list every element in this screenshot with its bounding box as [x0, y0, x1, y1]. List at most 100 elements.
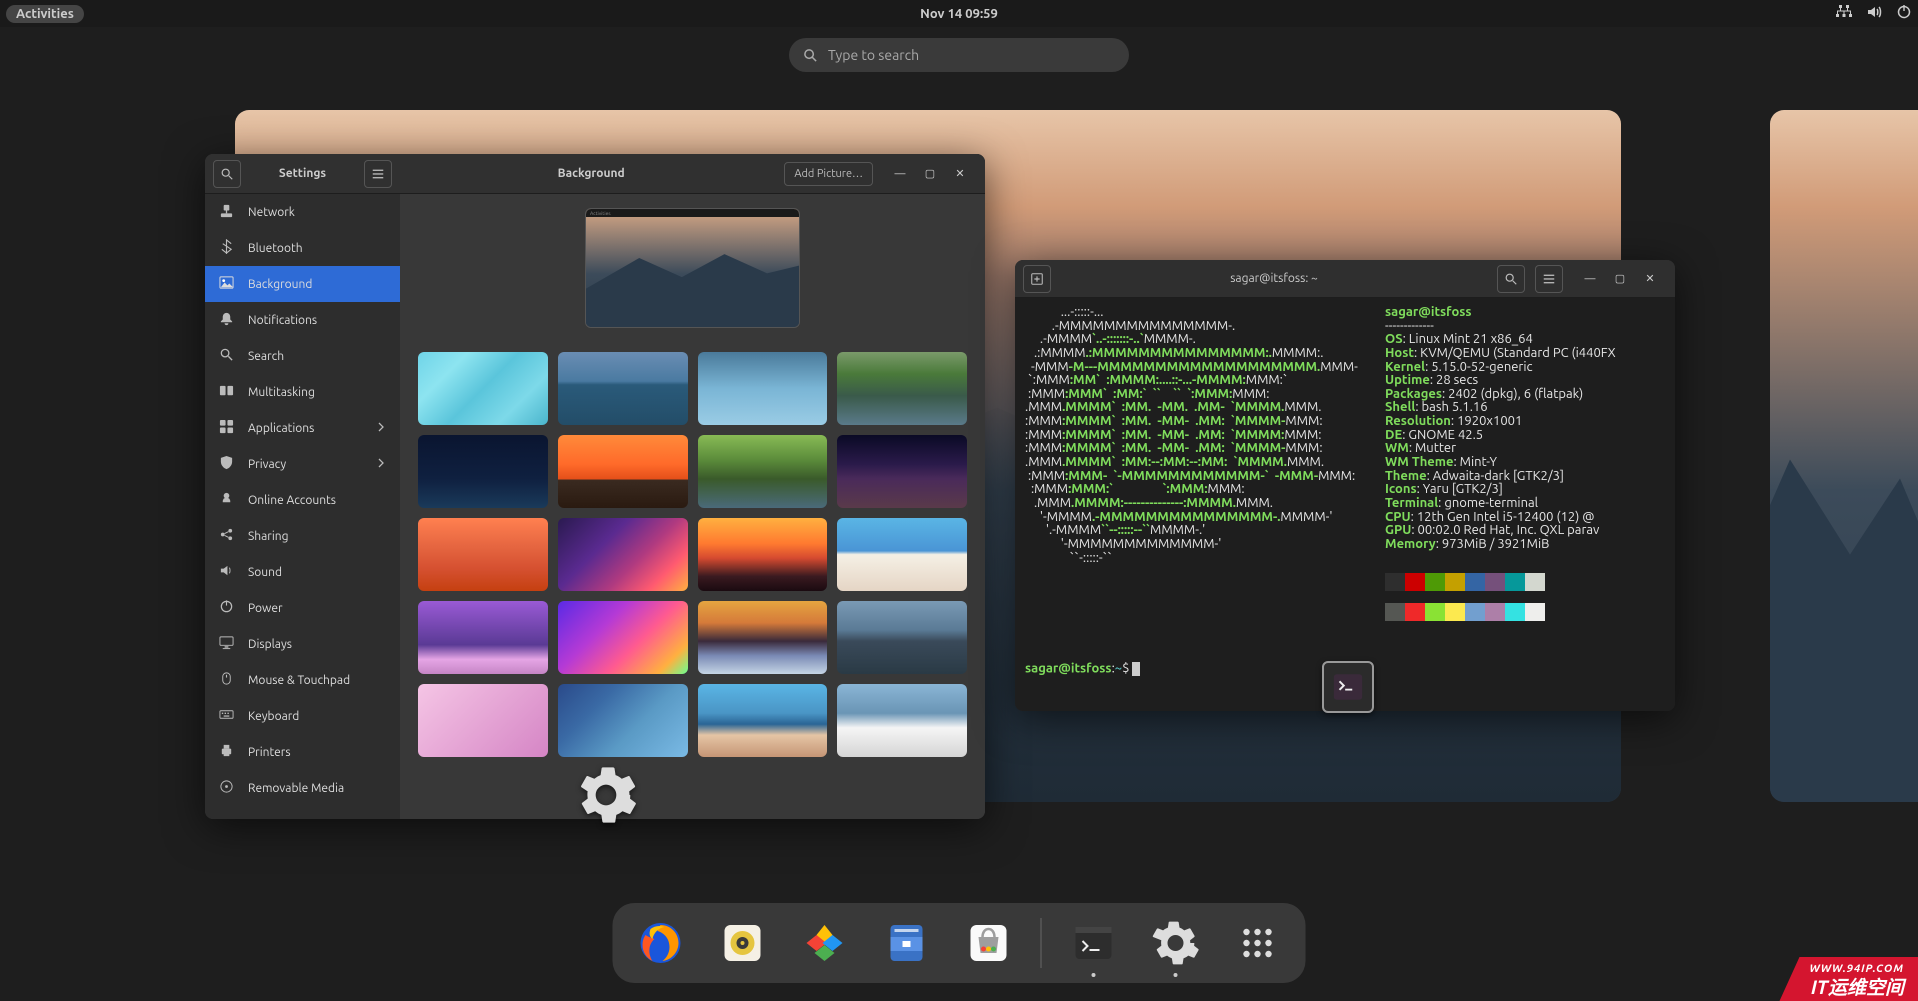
settings-body: Activities [400, 194, 985, 819]
wallpaper-thumb-19[interactable] [837, 684, 967, 757]
notifications-icon [219, 311, 234, 329]
wallpaper-thumb-4[interactable] [418, 435, 548, 508]
chevron-right-icon [376, 458, 386, 471]
sidebar-item-mouse-touchpad[interactable]: Mouse & Touchpad [205, 662, 400, 698]
terminal-header: sagar@itsfoss: ~ — ▢ ✕ [1015, 260, 1675, 298]
wallpaper-thumb-14[interactable] [698, 601, 828, 674]
sidebar-item-label: Sharing [248, 530, 289, 543]
wallpaper-grid [418, 352, 967, 757]
dock-apps-grid[interactable] [1228, 913, 1288, 973]
wallpaper-thumb-12[interactable] [418, 601, 548, 674]
terminal-output[interactable]: ...-:::::-...sagar@itsfoss .-MMMMMMMMMMM… [1015, 298, 1675, 711]
sidebar-item-background[interactable]: Background [205, 266, 400, 302]
close-button[interactable]: ✕ [953, 167, 967, 181]
settings-sidebar-header: Settings [205, 154, 400, 194]
wallpaper-thumb-3[interactable] [837, 352, 967, 425]
wallpaper-thumb-8[interactable] [418, 518, 548, 591]
sidebar-item-label: Power [248, 602, 283, 615]
wallpaper-thumb-15[interactable] [837, 601, 967, 674]
settings-menu-button[interactable] [364, 160, 392, 188]
sidebar-item-sharing[interactable]: Sharing [205, 518, 400, 554]
applications-icon [219, 419, 234, 437]
sidebar-item-network[interactable]: Network [205, 194, 400, 230]
dock-separator [1041, 918, 1042, 968]
sidebar-item-printers[interactable]: Printers [205, 734, 400, 770]
sidebar-item-power[interactable]: Power [205, 590, 400, 626]
wallpaper-thumb-2[interactable] [698, 352, 828, 425]
settings-app-icon[interactable] [575, 764, 637, 826]
sidebar-item-removable-media[interactable]: Removable Media [205, 770, 400, 806]
search-icon [803, 48, 818, 63]
sidebar-item-multitasking[interactable]: Multitasking [205, 374, 400, 410]
wallpaper-thumb-0[interactable] [418, 352, 548, 425]
settings-title: Settings [251, 167, 354, 180]
wallpaper-preview: Activities [585, 208, 800, 328]
terminal-minimize-button[interactable]: — [1583, 272, 1597, 286]
wallpaper-thumb-11[interactable] [837, 518, 967, 591]
top-panel: Activities Nov 14 09:59 [0, 0, 1918, 27]
activities-button[interactable]: Activities [6, 5, 84, 23]
wallpaper-thumb-7[interactable] [837, 435, 967, 508]
dock-firefox[interactable] [631, 913, 691, 973]
wallpaper-thumb-10[interactable] [698, 518, 828, 591]
dock-rhythmbox[interactable] [713, 913, 773, 973]
sidebar-item-notifications[interactable]: Notifications [205, 302, 400, 338]
wallpaper-thumb-1[interactable] [558, 352, 688, 425]
power-icon[interactable] [1896, 4, 1912, 23]
wallpaper-thumb-5[interactable] [558, 435, 688, 508]
dock-terminal[interactable] [1064, 913, 1124, 973]
workspace-next[interactable] [1770, 110, 1918, 802]
sidebar-item-label: Displays [248, 638, 292, 651]
settings-search-button[interactable] [213, 160, 241, 188]
maximize-button[interactable]: ▢ [923, 167, 937, 181]
background-icon [219, 275, 234, 293]
wallpaper-thumb-17[interactable] [558, 684, 688, 757]
sidebar-item-online-accounts[interactable]: Online Accounts [205, 482, 400, 518]
sidebar-item-privacy[interactable]: Privacy [205, 446, 400, 482]
terminal-window: sagar@itsfoss: ~ — ▢ ✕ ...-:::::-...saga… [1015, 260, 1675, 711]
volume-icon[interactable] [1866, 4, 1882, 23]
network-icon [219, 203, 234, 221]
dock-files[interactable] [877, 913, 937, 973]
sidebar-item-label: Background [248, 278, 312, 291]
sidebar-item-label: Online Accounts [248, 494, 336, 507]
sidebar-item-displays[interactable]: Displays [205, 626, 400, 662]
sidebar-item-search[interactable]: Search [205, 338, 400, 374]
sidebar-item-label: Network [248, 206, 295, 219]
terminal-close-button[interactable]: ✕ [1643, 272, 1657, 286]
chevron-right-icon [376, 422, 386, 435]
wallpaper-thumb-16[interactable] [418, 684, 548, 757]
wallpaper-thumb-13[interactable] [558, 601, 688, 674]
add-picture-button[interactable]: Add Picture… [784, 162, 873, 186]
clock[interactable]: Nov 14 09:59 [920, 7, 998, 21]
mouse-touchpad-icon [219, 671, 234, 689]
terminal-menu-button[interactable] [1535, 265, 1563, 293]
search-icon [219, 347, 234, 365]
sidebar-item-applications[interactable]: Applications [205, 410, 400, 446]
sidebar-item-bluetooth[interactable]: Bluetooth [205, 230, 400, 266]
sidebar-item-label: Privacy [248, 458, 286, 471]
overview-search[interactable]: Type to search [789, 38, 1129, 72]
terminal-search-button[interactable] [1497, 265, 1525, 293]
sidebar-item-sound[interactable]: Sound [205, 554, 400, 590]
power-icon [219, 599, 234, 617]
terminal-app-icon[interactable] [1322, 661, 1374, 713]
sidebar-item-label: Keyboard [248, 710, 299, 723]
sidebar-item-label: Applications [248, 422, 314, 435]
wallpaper-thumb-6[interactable] [698, 435, 828, 508]
sharing-icon [219, 527, 234, 545]
wallpaper-thumb-9[interactable] [558, 518, 688, 591]
sidebar-item-label: Multitasking [248, 386, 315, 399]
network-icon[interactable] [1836, 4, 1852, 23]
dock-photos[interactable] [795, 913, 855, 973]
terminal-maximize-button[interactable]: ▢ [1613, 272, 1627, 286]
wallpaper-thumb-18[interactable] [698, 684, 828, 757]
dock-software[interactable] [959, 913, 1019, 973]
system-tray[interactable] [1836, 4, 1912, 23]
minimize-button[interactable]: — [893, 167, 907, 181]
dock-settings[interactable] [1146, 913, 1206, 973]
settings-page-title: Background [408, 167, 774, 180]
terminal-newtab-button[interactable] [1023, 265, 1051, 293]
sidebar-item-keyboard[interactable]: Keyboard [205, 698, 400, 734]
sidebar-item-label: Sound [248, 566, 282, 579]
